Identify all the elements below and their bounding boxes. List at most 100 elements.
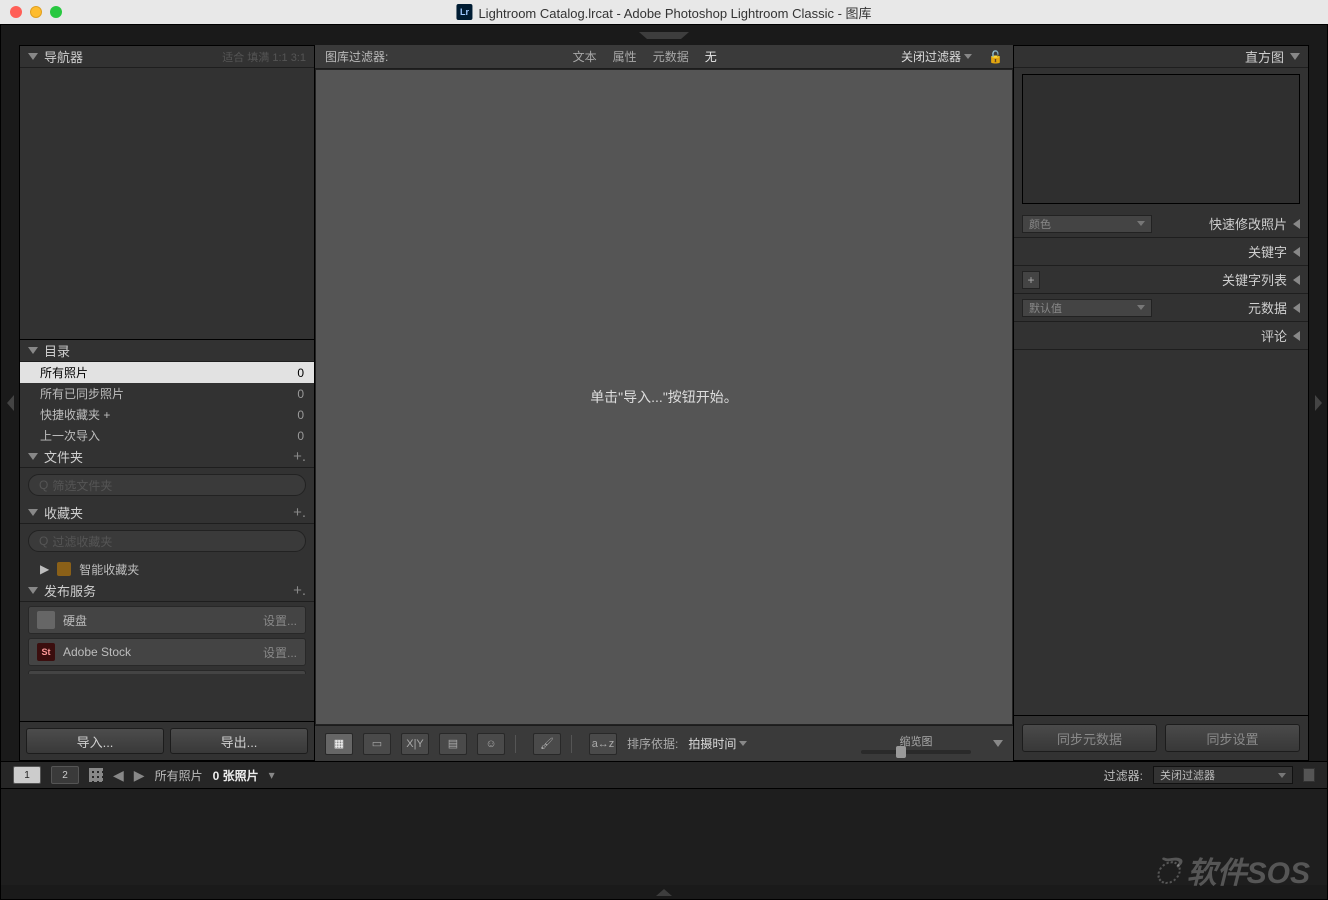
- toolbar-menu-icon[interactable]: [993, 740, 1003, 747]
- catalog-label: 目录: [44, 341, 70, 360]
- navigator-header[interactable]: 导航器 适合 填满 1:1 3:1: [20, 46, 314, 68]
- filter-switch-icon[interactable]: [1303, 768, 1315, 782]
- catalog-item-lastimport[interactable]: 上一次导入0: [20, 425, 314, 446]
- export-button[interactable]: 导出...: [170, 728, 308, 754]
- collections-search[interactable]: Q过滤收藏夹: [28, 530, 306, 552]
- publish-setup-link[interactable]: 设置...: [263, 612, 297, 629]
- chevron-right-icon: ▶: [40, 562, 49, 576]
- sync-row: 同步元数据 同步设置: [1014, 715, 1308, 760]
- histogram-header[interactable]: 直方图: [1014, 46, 1308, 68]
- smart-collection-label: 智能收藏夹: [79, 561, 139, 578]
- filter-off-dropdown[interactable]: 关闭过滤器: [901, 48, 972, 65]
- navigator-label: 导航器: [44, 47, 83, 66]
- library-canvas[interactable]: 单击"导入..."按钮开始。: [315, 69, 1013, 725]
- publish-setup-link[interactable]: 设置...: [263, 644, 297, 661]
- metadata-preset-dropdown[interactable]: 默认值: [1022, 299, 1152, 317]
- left-edge-handle[interactable]: [1, 45, 19, 761]
- grid-icon[interactable]: [89, 768, 103, 782]
- painter-tool-button[interactable]: 🖌: [533, 733, 561, 755]
- traffic-lights: [10, 6, 62, 18]
- keywords-header[interactable]: 关键字: [1014, 238, 1308, 266]
- smart-collections-row[interactable]: ▶ 智能收藏夹: [20, 558, 314, 580]
- sync-metadata-button[interactable]: 同步元数据: [1022, 724, 1157, 752]
- filmstrip-filter-label: 过滤器:: [1104, 767, 1143, 784]
- publish-item-disk[interactable]: 硬盘 设置...: [28, 606, 306, 634]
- folders-header[interactable]: 文件夹 +.: [20, 446, 314, 468]
- collections-header[interactable]: 收藏夹 +.: [20, 502, 314, 524]
- histogram-label: 直方图: [1245, 47, 1284, 66]
- filter-label: 图库过滤器:: [325, 48, 388, 65]
- app-frame: 导航器 适合 填满 1:1 3:1 目录 所有照片0 所有已同步照片0 快捷收藏…: [0, 24, 1328, 900]
- add-collection-button[interactable]: +.: [293, 504, 306, 521]
- library-filter-bar: 图库过滤器: 文本 属性 元数据 无 关闭过滤器 🔓: [315, 45, 1013, 69]
- filmstrip-filter-dropdown[interactable]: 关闭过滤器: [1153, 766, 1293, 784]
- people-view-button[interactable]: ☺: [477, 733, 505, 755]
- filmstrip-path[interactable]: 所有照片: [155, 767, 203, 784]
- loupe-view-button[interactable]: ▭: [363, 733, 391, 755]
- top-collapse-handle[interactable]: [1, 25, 1327, 45]
- thumbnail-slider[interactable]: [861, 750, 971, 754]
- comments-header[interactable]: 评论: [1014, 322, 1308, 350]
- chevron-down-icon[interactable]: ▾: [269, 768, 275, 782]
- survey-view-button[interactable]: ▤: [439, 733, 467, 755]
- screen-mode-1[interactable]: 1: [13, 766, 41, 784]
- quick-develop-dropdown[interactable]: 颜色: [1022, 215, 1152, 233]
- add-keyword-button[interactable]: +: [1022, 271, 1040, 289]
- adobe-stock-icon: St: [37, 643, 55, 661]
- navigator-zoom-hint[interactable]: 适合 填满 1:1 3:1: [89, 49, 306, 65]
- window-title: Lr Lightroom Catalog.lrcat - Adobe Photo…: [456, 3, 871, 22]
- histogram-body: [1022, 74, 1300, 204]
- thumbnail-size-control[interactable]: 缩览图: [861, 733, 971, 754]
- add-folder-button[interactable]: +.: [293, 448, 306, 465]
- import-button[interactable]: 导入...: [26, 728, 164, 754]
- titlebar: Lr Lightroom Catalog.lrcat - Adobe Photo…: [0, 0, 1328, 24]
- sort-label: 排序依据:: [627, 735, 678, 752]
- chevron-right-icon: [1315, 395, 1322, 411]
- publish-item-stock[interactable]: St Adobe Stock 设置...: [28, 638, 306, 666]
- quick-develop-header[interactable]: 颜色 快速修改照片: [1014, 210, 1308, 238]
- catalog-item-quick[interactable]: 快捷收藏夹 +0: [20, 404, 314, 425]
- catalog-item-all[interactable]: 所有照片0: [20, 362, 314, 383]
- screen-mode-2[interactable]: 2: [51, 766, 79, 784]
- lock-icon[interactable]: 🔓: [988, 50, 1003, 64]
- filter-metadata[interactable]: 元数据: [653, 48, 689, 65]
- empty-state-message: 单击"导入..."按钮开始。: [590, 387, 738, 407]
- folders-search[interactable]: Q筛选文件夹: [28, 474, 306, 496]
- minimize-icon[interactable]: [30, 6, 42, 18]
- sort-dropdown[interactable]: 拍摄时间: [688, 735, 747, 752]
- grid-view-button[interactable]: ▦: [325, 733, 353, 755]
- right-edge-handle[interactable]: [1309, 45, 1327, 761]
- filter-attribute[interactable]: 属性: [613, 48, 637, 65]
- catalog-item-synced[interactable]: 所有已同步照片0: [20, 383, 314, 404]
- left-button-row: 导入... 导出...: [20, 721, 314, 760]
- disk-icon: [37, 611, 55, 629]
- sync-settings-button[interactable]: 同步设置: [1165, 724, 1300, 752]
- bottom-collapse-handle[interactable]: [1, 885, 1327, 899]
- filmstrip-count: 0 张照片: [213, 767, 259, 784]
- add-publish-button[interactable]: +.: [293, 582, 306, 599]
- nav-forward-button[interactable]: ▶: [134, 767, 145, 784]
- publish-item-flickr[interactable]: •• Flickr 设置...: [28, 670, 306, 674]
- filmstrip[interactable]: [1, 789, 1327, 885]
- metadata-header[interactable]: 默认值 元数据: [1014, 294, 1308, 322]
- publish-header[interactable]: 发布服务 +.: [20, 580, 314, 602]
- chevron-down-icon: [28, 53, 38, 60]
- publish-label: 发布服务: [44, 581, 96, 600]
- sort-direction-button[interactable]: a↔z: [589, 733, 617, 755]
- zoom-icon[interactable]: [50, 6, 62, 18]
- left-panel: 导航器 适合 填满 1:1 3:1 目录 所有照片0 所有已同步照片0 快捷收藏…: [19, 45, 315, 761]
- compare-view-button[interactable]: X|Y: [401, 733, 429, 755]
- nav-back-button[interactable]: ◀: [113, 767, 124, 784]
- chevron-left-icon: [7, 395, 14, 411]
- chevron-down-icon: [28, 509, 38, 516]
- catalog-header[interactable]: 目录: [20, 340, 314, 362]
- filmstrip-header: 1 2 ◀ ▶ 所有照片 0 张照片 ▾ 过滤器: 关闭过滤器: [1, 761, 1327, 789]
- filter-none[interactable]: 无: [705, 48, 717, 65]
- keyword-list-header[interactable]: + 关键字列表: [1014, 266, 1308, 294]
- chevron-left-icon: [1293, 331, 1300, 341]
- filter-text[interactable]: 文本: [573, 48, 597, 65]
- chevron-down-icon: [28, 587, 38, 594]
- chevron-left-icon: [1293, 247, 1300, 257]
- folders-label: 文件夹: [44, 447, 83, 466]
- close-icon[interactable]: [10, 6, 22, 18]
